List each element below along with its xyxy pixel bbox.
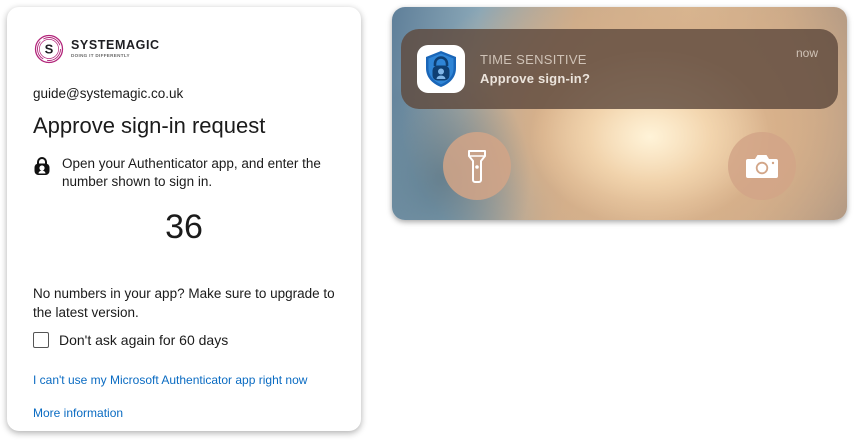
logo-name: SYSTEMAGIC xyxy=(71,37,160,52)
camera-icon xyxy=(746,155,778,178)
page-title: Approve sign-in request xyxy=(33,113,266,138)
upgrade-notice: No numbers in your app? Make sure to upg… xyxy=(33,286,335,320)
more-information-link[interactable]: More information xyxy=(33,406,123,420)
notification-time: now xyxy=(795,46,818,60)
logo-tagline: DOING IT DIFFERENTLY xyxy=(71,53,130,59)
notification-banner[interactable]: TIME SENSITIVE Approve sign-in? now xyxy=(401,29,838,109)
svg-text:S: S xyxy=(45,42,54,57)
authenticator-lock-icon xyxy=(34,157,50,175)
authenticator-app-icon xyxy=(417,45,465,93)
systemagic-logo: S SYSTEMAGIC DOING IT DIFFERENTLY xyxy=(33,33,160,65)
instruction-row: Open your Authenticator app, and enter t… xyxy=(33,155,338,191)
dont-ask-label[interactable]: Don't ask again for 60 days xyxy=(59,332,228,348)
logo-mark-icon: S xyxy=(34,34,64,64)
dont-ask-checkbox[interactable] xyxy=(33,332,49,348)
dont-ask-row[interactable]: Don't ask again for 60 days xyxy=(33,332,228,348)
cant-use-authenticator-link[interactable]: I can't use my Microsoft Authenticator a… xyxy=(33,373,307,387)
notification-body: Approve sign-in? xyxy=(480,71,591,86)
notification-title: TIME SENSITIVE xyxy=(480,52,587,67)
instruction-text: Open your Authenticator app, and enter t… xyxy=(62,156,321,189)
flashlight-icon xyxy=(468,150,486,183)
account-email: guide@systemagic.co.uk xyxy=(33,86,184,101)
sign-in-card: S SYSTEMAGIC DOING IT DIFFERENTLY guide@… xyxy=(7,7,361,431)
authenticator-icon xyxy=(426,51,456,87)
phone-lock-screen: TIME SENSITIVE Approve sign-in? now xyxy=(392,7,847,220)
flashlight-button[interactable] xyxy=(443,132,511,200)
camera-button[interactable] xyxy=(728,132,796,200)
sign-in-number: 36 xyxy=(165,208,203,246)
